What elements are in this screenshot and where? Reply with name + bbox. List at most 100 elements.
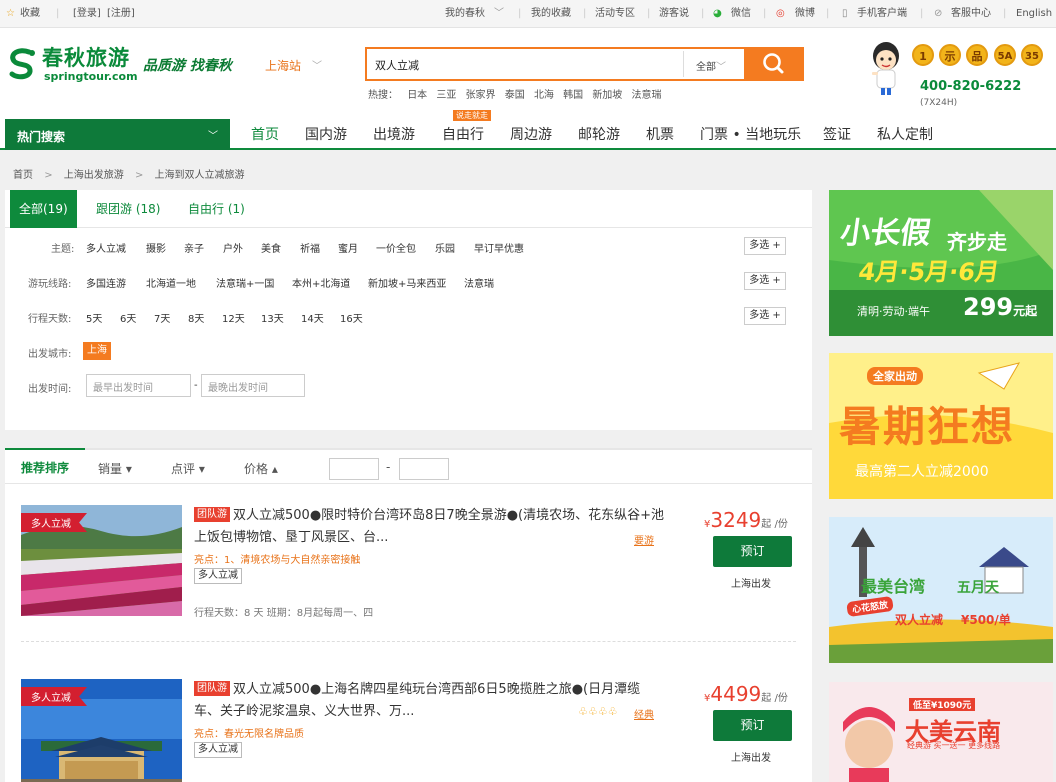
hot-keyword[interactable]: 张家界 — [466, 90, 496, 101]
sort-rating[interactable]: 点评 ▾ — [171, 460, 205, 477]
login-link[interactable]: [登录] — [73, 8, 101, 20]
city-selector[interactable]: 上海站 — [265, 57, 301, 74]
nav-visa[interactable]: 签证 — [823, 124, 851, 144]
filter-option[interactable]: 北海道一地 — [146, 275, 196, 290]
multi-select-button[interactable]: 多选 + — [744, 272, 786, 290]
price-min-input[interactable] — [329, 458, 379, 480]
activities-link[interactable]: 活动专区 — [595, 8, 635, 20]
hot-keyword[interactable]: 日本 — [407, 90, 427, 101]
promo-banner-yunnan[interactable]: 低至¥1090元 大美云南 经典游 买一送一 更多线路 — [829, 682, 1053, 782]
logo-text[interactable]: 春秋旅游 — [42, 42, 130, 72]
sort-sales[interactable]: 销量 ▾ — [98, 460, 132, 477]
date-from-input[interactable]: 最早出发时间 — [86, 374, 191, 397]
nav-outbound[interactable]: 出境游 — [373, 124, 415, 144]
product-tag[interactable]: 多人立减 — [194, 742, 242, 758]
nav-cruise[interactable]: 邮轮游 — [578, 124, 620, 144]
product-image[interactable]: 多人立减 — [21, 505, 182, 616]
filter-option[interactable]: 美食 — [261, 240, 281, 255]
filter-option[interactable]: 蜜月 — [338, 240, 358, 255]
filter-option[interactable]: 户外 — [223, 240, 243, 255]
tab-group[interactable]: 跟团游 (18) — [96, 190, 160, 228]
hot-keyword[interactable]: 北海 — [534, 90, 554, 101]
book-button[interactable]: 预订 — [713, 710, 792, 741]
product-image[interactable]: 多人立减 — [21, 679, 182, 782]
filter-option[interactable]: 一价全包 — [376, 240, 416, 255]
price-max-input[interactable] — [399, 458, 449, 480]
filter-option[interactable]: 亲子 — [184, 240, 204, 255]
hot-keyword[interactable]: 法意瑞 — [632, 90, 662, 101]
hot-keyword[interactable]: 泰国 — [505, 90, 525, 101]
filter-option[interactable]: 祈福 — [300, 240, 320, 255]
filter-option[interactable]: 多人立减 — [86, 240, 126, 255]
filter-option[interactable]: 法意瑞 — [464, 275, 494, 290]
filter-option[interactable]: 新加坡+马来西亚 — [368, 275, 446, 290]
chevron-down-icon[interactable]: ﹀ — [312, 57, 322, 72]
filter-option[interactable]: 8天 — [188, 310, 204, 325]
hot-keyword[interactable]: 韩国 — [563, 90, 583, 101]
product-title[interactable]: 团队游 双人立减500●限时特价台湾环岛8日7晚全景游●(清境农场、花东纵谷+池上… — [194, 505, 664, 549]
filter-option[interactable]: 7天 — [154, 310, 170, 325]
filter-option[interactable]: 16天 — [340, 310, 363, 325]
filter-option[interactable]: 早订早优惠 — [474, 240, 524, 255]
nav-free-travel[interactable]: 自由行 — [442, 124, 484, 144]
multi-select-button[interactable]: 多选 + — [744, 307, 786, 325]
city-option-selected[interactable]: 上海 — [83, 342, 111, 360]
banner-months: 4月·5月·6月 — [856, 258, 1001, 286]
nav-flights[interactable]: 机票 — [646, 124, 674, 144]
filter-option[interactable]: 多国连游 — [86, 275, 126, 290]
breadcrumb-item[interactable]: 首页 — [13, 170, 33, 181]
register-link[interactable]: [注册] — [107, 8, 135, 20]
filter-option[interactable]: 5天 — [86, 310, 102, 325]
filter-option[interactable]: 法意瑞+一国 — [216, 275, 274, 290]
search-icon — [763, 53, 784, 74]
my-spring-link[interactable]: 我的春秋 — [445, 8, 485, 20]
search-category-select[interactable]: 全部﹀ — [696, 58, 726, 73]
mobile-app-link[interactable]: 手机客户端 — [857, 8, 907, 20]
tab-all[interactable]: 全部(19) — [10, 190, 77, 228]
filter-option[interactable]: 14天 — [301, 310, 324, 325]
hot-keyword[interactable]: 新加坡 — [592, 90, 622, 101]
nav-custom[interactable]: 私人定制 — [877, 124, 933, 144]
filter-option[interactable]: 12天 — [222, 310, 245, 325]
multi-select-button[interactable]: 多选 + — [744, 237, 786, 255]
banner-title: 暑期狂想 — [839, 402, 1016, 451]
filter-label: 行程天数: — [28, 314, 72, 325]
product-tag[interactable]: 多人立减 — [194, 568, 242, 584]
filter-option[interactable]: 摄影 — [146, 240, 166, 255]
promo-banner-holiday[interactable]: 小长假 齐步走 4月·5月·6月 清明·劳动·端午 299元起 — [829, 190, 1053, 336]
sort-price[interactable]: 价格 ▴ — [244, 460, 278, 477]
hot-keywords: 热搜： 日本 三亚 张家界 泰国 北海 韩国 新加坡 法意瑞 — [368, 86, 668, 101]
product-price: ¥3249起 /份 — [704, 508, 788, 532]
favorite-link[interactable]: 收藏 — [20, 8, 40, 20]
breadcrumb-item[interactable]: 上海出发旅游 — [64, 170, 124, 181]
nav-tickets[interactable]: 门票 • 当地玩乐 — [700, 124, 801, 144]
search-input[interactable]: 双人立减 — [375, 57, 419, 73]
promo-banner-summer[interactable]: 全家出动 暑期狂想 最高第二人立减2000 — [829, 353, 1053, 499]
hot-search-dropdown[interactable]: 热门搜索 ﹀ — [5, 119, 230, 150]
nav-home[interactable]: 首页 — [251, 124, 279, 144]
logo-icon[interactable] — [5, 46, 39, 80]
travel-talk-link[interactable]: 游客说 — [659, 8, 689, 20]
theme-link[interactable]: 要游 — [634, 532, 654, 547]
service-link[interactable]: 客服中心 — [951, 8, 991, 20]
weibo-link[interactable]: 微博 — [795, 8, 815, 20]
search-category-label: 全部 — [696, 62, 716, 73]
filter-option[interactable]: 乐园 — [435, 240, 455, 255]
hot-keyword[interactable]: 三亚 — [436, 90, 456, 101]
tab-free[interactable]: 自由行 (1) — [188, 190, 245, 228]
book-button[interactable]: 预订 — [713, 536, 792, 567]
english-link[interactable]: English — [1016, 8, 1052, 20]
slogan: 品质游 找春秋 — [143, 58, 232, 74]
my-favorites-link[interactable]: 我的收藏 — [531, 8, 571, 20]
date-to-input[interactable]: 最晚出发时间 — [201, 374, 305, 397]
wechat-link[interactable]: 微信 — [731, 8, 751, 20]
search-button[interactable] — [744, 47, 804, 81]
nav-nearby[interactable]: 周边游 — [510, 124, 552, 144]
filter-option[interactable]: 6天 — [120, 310, 136, 325]
promo-banner-taiwan[interactable]: 最美台湾 五月天 心花怒放 双人立减 ¥500/单 — [829, 517, 1053, 663]
sort-recommend[interactable]: 推荐排序 — [5, 448, 85, 485]
nav-domestic[interactable]: 国内游 — [305, 124, 347, 144]
filter-option[interactable]: 本州+北海道 — [292, 275, 350, 290]
filter-option[interactable]: 13天 — [261, 310, 284, 325]
theme-link[interactable]: 经典 — [634, 706, 654, 721]
